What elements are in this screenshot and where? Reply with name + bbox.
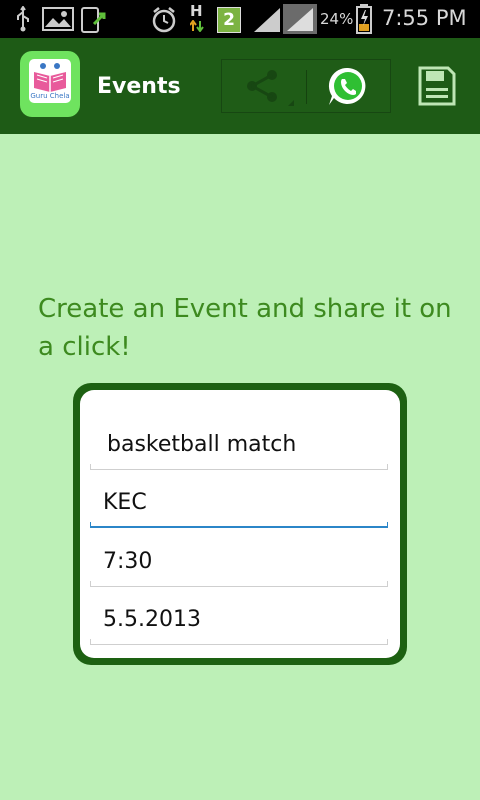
battery-percent: 24% [320, 10, 354, 28]
underline-tick [90, 581, 91, 587]
event-form-card [73, 383, 407, 665]
whatsapp-button[interactable] [307, 60, 390, 112]
underline-tick [387, 581, 388, 587]
gallery-icon [42, 7, 74, 31]
network-type-label: H [190, 2, 203, 20]
share-icon [247, 70, 294, 106]
underline-tick [90, 639, 91, 645]
venue-field [90, 480, 388, 528]
event-name-field [90, 422, 388, 470]
logo-caption: Guru Chela [30, 92, 70, 100]
time-field [90, 539, 388, 587]
usb-icon [17, 6, 29, 32]
book-icon [34, 63, 66, 92]
alarm-icon [152, 7, 176, 33]
notification-count: 2 [223, 10, 235, 30]
underline-tick [387, 464, 388, 470]
whatsapp-icon [328, 67, 366, 105]
underline-tick [90, 522, 91, 528]
data-arrows-icon [190, 20, 204, 32]
underline [90, 586, 388, 587]
event-name-input[interactable] [90, 422, 388, 466]
battery-icon [356, 4, 372, 34]
page-title: Events [97, 74, 181, 99]
venue-input[interactable] [90, 480, 388, 524]
save-button[interactable] [408, 62, 464, 110]
upload-icon [81, 7, 106, 33]
headline: Create an Event and share it on a click! [38, 294, 452, 362]
signal-icon [254, 8, 280, 32]
app-logo-icon: Guru Chela [29, 59, 71, 103]
signal-icon-2 [283, 4, 317, 34]
date-input[interactable] [90, 597, 388, 641]
app-logo[interactable]: Guru Chela [20, 51, 80, 117]
event-form [80, 390, 400, 658]
underline [90, 526, 388, 528]
notification-badge: 2 [217, 7, 241, 33]
underline-tick [90, 464, 91, 470]
share-action-group [221, 59, 391, 113]
underline-tick [387, 639, 388, 645]
underline [90, 469, 388, 470]
underline-tick [387, 522, 388, 528]
status-bar: H 2 24% 7:55 PM [0, 0, 480, 38]
date-field [90, 597, 388, 645]
save-icon [418, 66, 456, 106]
share-button[interactable] [222, 60, 306, 112]
action-bar: Guru Chela Events [0, 38, 480, 134]
clock: 7:55 PM [382, 6, 467, 30]
time-input[interactable] [90, 539, 388, 583]
underline [90, 644, 388, 645]
